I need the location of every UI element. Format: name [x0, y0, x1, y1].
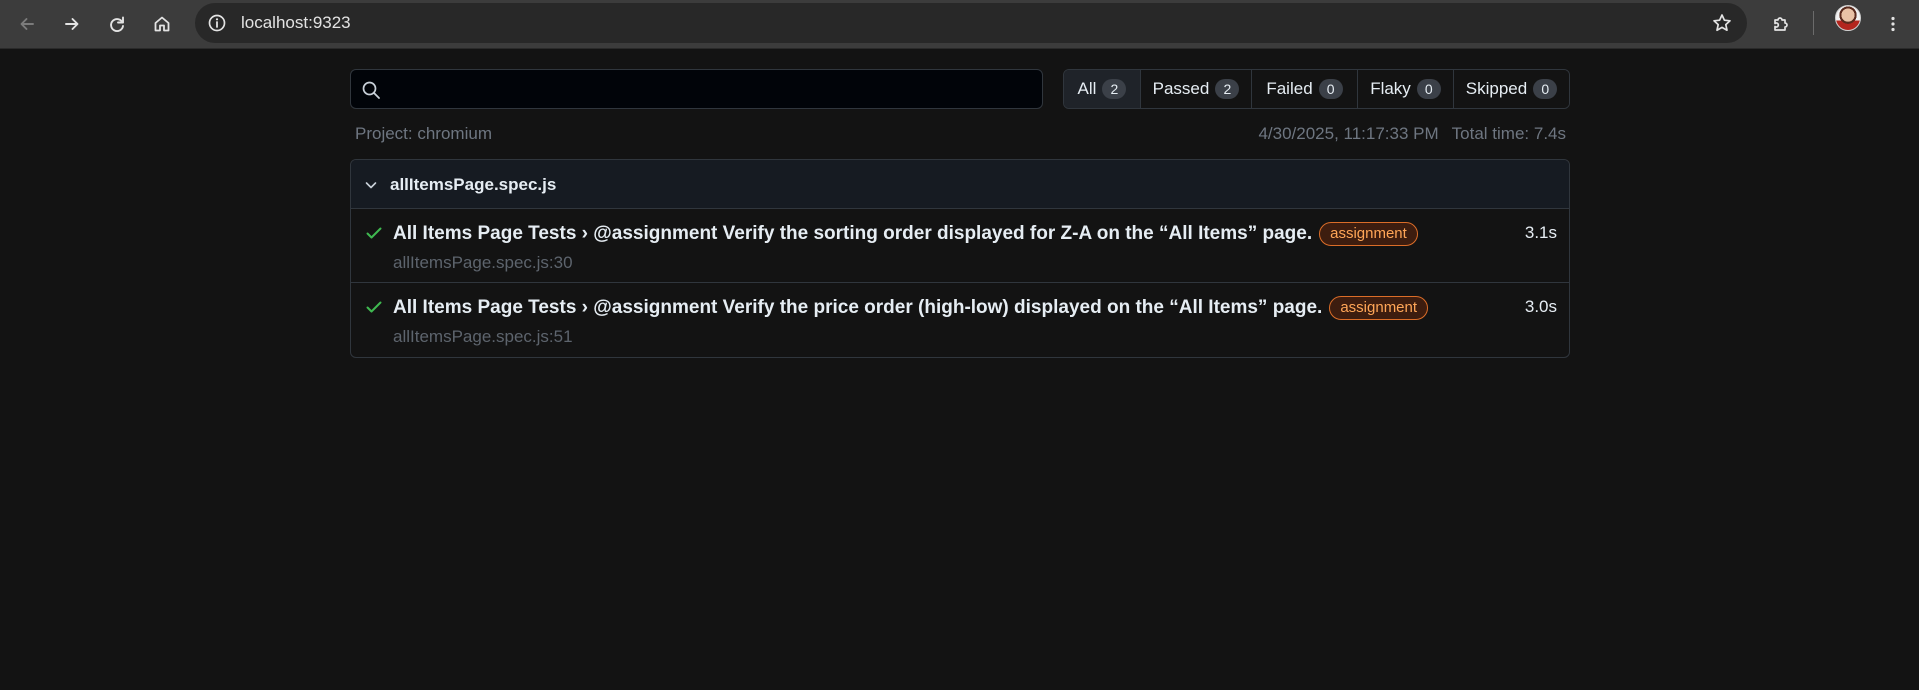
- test-duration: 3.0s: [1524, 297, 1557, 316]
- test-title[interactable]: All Items Page Tests › @assignment Verif…: [393, 297, 1322, 319]
- filter-label: Failed: [1266, 79, 1313, 98]
- filter-label: Passed: [1152, 79, 1210, 98]
- extensions-button[interactable]: [1763, 6, 1799, 42]
- address-bar[interactable]: localhost:9323: [195, 3, 1747, 43]
- arrow-right-icon: [65, 18, 79, 30]
- chevron-down-icon[interactable]: [363, 177, 379, 193]
- report-timestamp: 4/30/2025, 11:17:33 PM: [1258, 124, 1439, 143]
- home-icon: [154, 16, 170, 32]
- profile-avatar[interactable]: [1835, 5, 1861, 31]
- puzzle-icon: [1774, 17, 1788, 31]
- report-meta: Project: chromium 4/30/2025, 11:17:33 PM…: [355, 124, 1566, 144]
- filter-label: Flaky: [1370, 79, 1411, 98]
- test-duration: 3.1s: [1524, 223, 1557, 242]
- search-icon: [362, 81, 380, 99]
- filter-flaky[interactable]: Flaky 0: [1358, 70, 1454, 108]
- test-title[interactable]: All Items Page Tests › @assignment Verif…: [393, 223, 1312, 245]
- search-box[interactable]: [350, 69, 1043, 109]
- browser-toolbar: localhost:9323: [0, 0, 1919, 49]
- back-button[interactable]: [9, 6, 45, 42]
- kebab-menu-icon: [1891, 16, 1895, 32]
- forward-button[interactable]: [54, 6, 90, 42]
- test-title-line: All Items Page Tests › @assignment Verif…: [393, 296, 1429, 320]
- file-name: allItemsPage.spec.js: [390, 175, 557, 194]
- filter-count: 0: [1416, 79, 1441, 99]
- test-file-group: allItemsPage.spec.js All Items Page Test…: [350, 159, 1570, 358]
- check-icon: [366, 227, 382, 239]
- home-button[interactable]: [144, 6, 180, 42]
- filter-failed[interactable]: Failed 0: [1252, 70, 1358, 108]
- test-row[interactable]: All Items Page Tests › @assignment Verif…: [351, 209, 1569, 283]
- total-time: Total time: 7.4s: [1451, 124, 1566, 143]
- filter-count: 0: [1533, 79, 1558, 99]
- test-row[interactable]: All Items Page Tests › @assignment Verif…: [351, 283, 1569, 357]
- check-icon: [366, 301, 382, 313]
- filter-all[interactable]: All 2: [1064, 70, 1141, 108]
- test-location[interactable]: allItemsPage.spec.js:30: [393, 253, 573, 273]
- filter-skipped[interactable]: Skipped 0: [1454, 70, 1569, 108]
- url-text[interactable]: localhost:9323: [241, 13, 351, 33]
- star-icon[interactable]: [1711, 12, 1733, 34]
- test-location[interactable]: allItemsPage.spec.js:51: [393, 327, 573, 347]
- filter-label: All: [1077, 79, 1097, 98]
- browser-menu-button[interactable]: [1875, 6, 1911, 42]
- toolbar-divider: [1813, 11, 1814, 35]
- filter-label: Skipped: [1465, 79, 1528, 98]
- info-icon[interactable]: [207, 13, 227, 33]
- test-tag[interactable]: assignment: [1329, 296, 1429, 320]
- reload-button[interactable]: [99, 6, 135, 42]
- file-header[interactable]: allItemsPage.spec.js: [351, 160, 1569, 209]
- filter-passed[interactable]: Passed 2: [1141, 70, 1252, 108]
- filter-count: 2: [1102, 79, 1127, 99]
- project-label: Project: chromium: [355, 124, 492, 143]
- filter-count: 0: [1318, 79, 1343, 99]
- arrow-left-icon: [20, 18, 34, 30]
- test-title-line: All Items Page Tests › @assignment Verif…: [393, 222, 1418, 246]
- reload-icon: [110, 16, 124, 32]
- filter-count: 2: [1215, 79, 1240, 99]
- search-input[interactable]: [391, 74, 1031, 104]
- test-tag[interactable]: assignment: [1319, 222, 1418, 246]
- status-filters: All 2 Passed 2 Failed 0 Flaky 0 Skipped …: [1063, 69, 1570, 109]
